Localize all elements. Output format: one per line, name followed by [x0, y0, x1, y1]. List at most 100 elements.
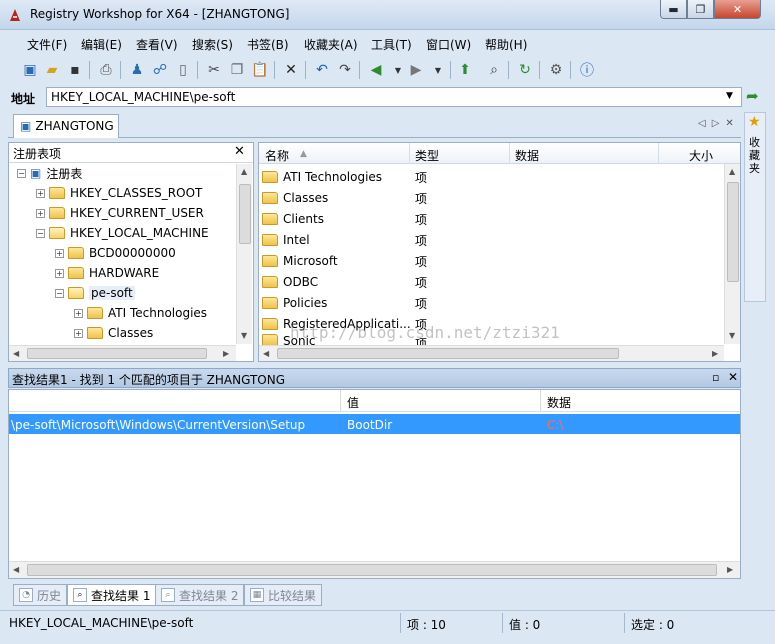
- collapse-icon[interactable]: −: [36, 228, 45, 238]
- tree-item-bcd[interactable]: + BCD00000000: [55, 243, 176, 263]
- options-icon[interactable]: ⚙: [546, 60, 566, 80]
- results-close-button[interactable]: ✕: [728, 370, 738, 384]
- list-item[interactable]: Classes: [262, 187, 328, 208]
- back-dropdown-icon[interactable]: ▼: [388, 60, 408, 80]
- tree-item-hardware[interactable]: + HARDWARE: [55, 263, 159, 283]
- list-horizontal-scrollbar[interactable]: ◀ ▶: [259, 345, 724, 361]
- save-icon[interactable]: ▪: [65, 60, 85, 80]
- go-icon[interactable]: ➦: [746, 87, 759, 105]
- tree-item-pe-soft[interactable]: − pe-soft: [55, 283, 135, 303]
- result-path: \pe-soft\Microsoft\Windows\CurrentVersio…: [11, 418, 306, 432]
- collapse-icon[interactable]: −: [17, 168, 26, 178]
- minimize-button[interactable]: ▬: [660, 0, 687, 19]
- list-item[interactable]: ATI Technologies: [262, 166, 382, 187]
- tree-item-ati[interactable]: + ATI Technologies: [74, 303, 207, 323]
- address-dropdown-icon[interactable]: ▼: [726, 91, 733, 101]
- list-item[interactable]: Microsoft: [262, 250, 338, 271]
- expand-icon[interactable]: +: [55, 268, 64, 278]
- computer-icon: ▣: [30, 166, 42, 180]
- tab-navigation[interactable]: ◁▷✕: [698, 118, 740, 129]
- connect-icon[interactable]: ♟: [127, 60, 147, 80]
- expand-icon[interactable]: +: [55, 248, 64, 258]
- column-data[interactable]: 数据: [515, 147, 539, 164]
- tree-close-button[interactable]: ✕: [234, 144, 245, 159]
- up-icon[interactable]: ⬆: [455, 60, 475, 80]
- tree-item-current-user[interactable]: + HKEY_CURRENT_USER: [36, 203, 204, 223]
- forward-icon[interactable]: ▶: [406, 60, 426, 80]
- list-item[interactable]: ODBC: [262, 271, 318, 292]
- favorites-label[interactable]: 收藏夹: [749, 136, 761, 175]
- expand-icon[interactable]: +: [74, 308, 83, 318]
- tree-vertical-scrollbar[interactable]: ▲ ▼: [236, 164, 252, 344]
- collapse-icon[interactable]: −: [55, 288, 64, 298]
- tab-label: 查找结果 1: [91, 588, 151, 603]
- status-value-count: 值 : 0: [509, 618, 541, 632]
- menu-view[interactable]: 查看(V): [136, 36, 178, 53]
- computer-icon[interactable]: ▣: [20, 60, 40, 80]
- address-label: 地址: [11, 92, 36, 106]
- column-size[interactable]: 大小: [689, 147, 713, 164]
- tree-item-local-machine[interactable]: − HKEY_LOCAL_MACHINE: [36, 223, 209, 243]
- folder-icon: [68, 247, 84, 259]
- menu-help[interactable]: 帮助(H): [485, 36, 527, 53]
- delete-icon[interactable]: ✕: [281, 60, 301, 80]
- copy-icon[interactable]: ❐: [227, 60, 247, 80]
- menu-file[interactable]: 文件(F): [27, 36, 67, 53]
- menu-search[interactable]: 搜索(S): [192, 36, 233, 53]
- menu-bar: 文件(F) 编辑(E) 查看(V) 搜索(S) 书签(B) 收藏夹(A) 工具(…: [8, 33, 768, 55]
- column-data[interactable]: 数据: [547, 394, 571, 411]
- folder-icon: [262, 275, 278, 288]
- tab-search-results-2[interactable]: ⌕ 查找结果 2: [155, 584, 245, 606]
- tab-label: ZHANGTONG: [35, 119, 114, 133]
- cut-icon[interactable]: ✂: [204, 60, 224, 80]
- status-selected-count: 选定 : 0: [631, 618, 675, 632]
- address-input[interactable]: HKEY_LOCAL_MACHINE\pe-soft: [46, 87, 742, 107]
- tab-label: 查找结果 2: [179, 588, 239, 603]
- maximize-button[interactable]: ❐: [687, 0, 714, 19]
- list-item[interactable]: Intel: [262, 229, 310, 250]
- tree-item-label: pe-soft: [89, 286, 135, 300]
- tree-item-classes[interactable]: + Classes: [74, 323, 153, 343]
- list-item[interactable]: Policies: [262, 292, 327, 313]
- refresh-icon[interactable]: ↻: [515, 60, 535, 80]
- column-name[interactable]: 名称: [265, 147, 289, 164]
- list-item[interactable]: Clients: [262, 208, 324, 229]
- expand-icon[interactable]: +: [74, 328, 83, 338]
- tab-label: 比较结果: [268, 588, 317, 603]
- compare-icon: ▦: [250, 588, 264, 602]
- results-horizontal-scrollbar[interactable]: ◀ ▶: [9, 561, 740, 578]
- tab-compare-results[interactable]: ▦ 比较结果: [244, 584, 323, 606]
- tree-item-root[interactable]: − ▣ 注册表: [17, 163, 82, 183]
- menu-edit[interactable]: 编辑(E): [81, 36, 122, 53]
- find-icon[interactable]: ⌕: [484, 60, 504, 80]
- list-vertical-scrollbar[interactable]: ▲ ▼: [724, 164, 740, 344]
- menu-favorites[interactable]: 收藏夹(A): [304, 36, 358, 53]
- column-value[interactable]: 值: [347, 394, 359, 411]
- tab-history[interactable]: ◔ 历史: [13, 584, 68, 606]
- menu-tools[interactable]: 工具(T): [371, 36, 412, 53]
- expand-icon[interactable]: +: [36, 208, 45, 218]
- pin-icon[interactable]: ▫: [712, 371, 719, 384]
- undo-icon[interactable]: ↶: [312, 60, 332, 80]
- open-icon[interactable]: ▰: [42, 60, 62, 80]
- menu-bookmarks[interactable]: 书签(B): [247, 36, 289, 53]
- folder-icon: [262, 254, 278, 267]
- close-button[interactable]: ✕: [714, 0, 761, 19]
- disk-icon[interactable]: ▯: [173, 60, 193, 80]
- list-item-name: ODBC: [283, 274, 319, 289]
- network-icon[interactable]: ☍: [150, 60, 170, 80]
- paste-icon[interactable]: 📋: [250, 60, 270, 80]
- tab-search-results-1[interactable]: ⌕ 查找结果 1: [67, 584, 157, 606]
- help-icon[interactable]: ⓘ: [577, 60, 597, 80]
- redo-icon[interactable]: ↷: [335, 60, 355, 80]
- forward-dropdown-icon[interactable]: ▼: [428, 60, 448, 80]
- menu-window[interactable]: 窗口(W): [426, 36, 471, 53]
- column-type[interactable]: 类型: [415, 147, 439, 164]
- tab-zhangtong[interactable]: ▣ ZHANGTONG: [13, 114, 119, 138]
- print-icon[interactable]: ⎙: [96, 60, 116, 80]
- back-icon[interactable]: ◀: [366, 60, 386, 80]
- search-icon: ⌕: [73, 588, 87, 602]
- tree-item-classes-root[interactable]: + HKEY_CLASSES_ROOT: [36, 183, 202, 203]
- tree-horizontal-scrollbar[interactable]: ◀ ▶: [9, 345, 236, 361]
- expand-icon[interactable]: +: [36, 188, 45, 198]
